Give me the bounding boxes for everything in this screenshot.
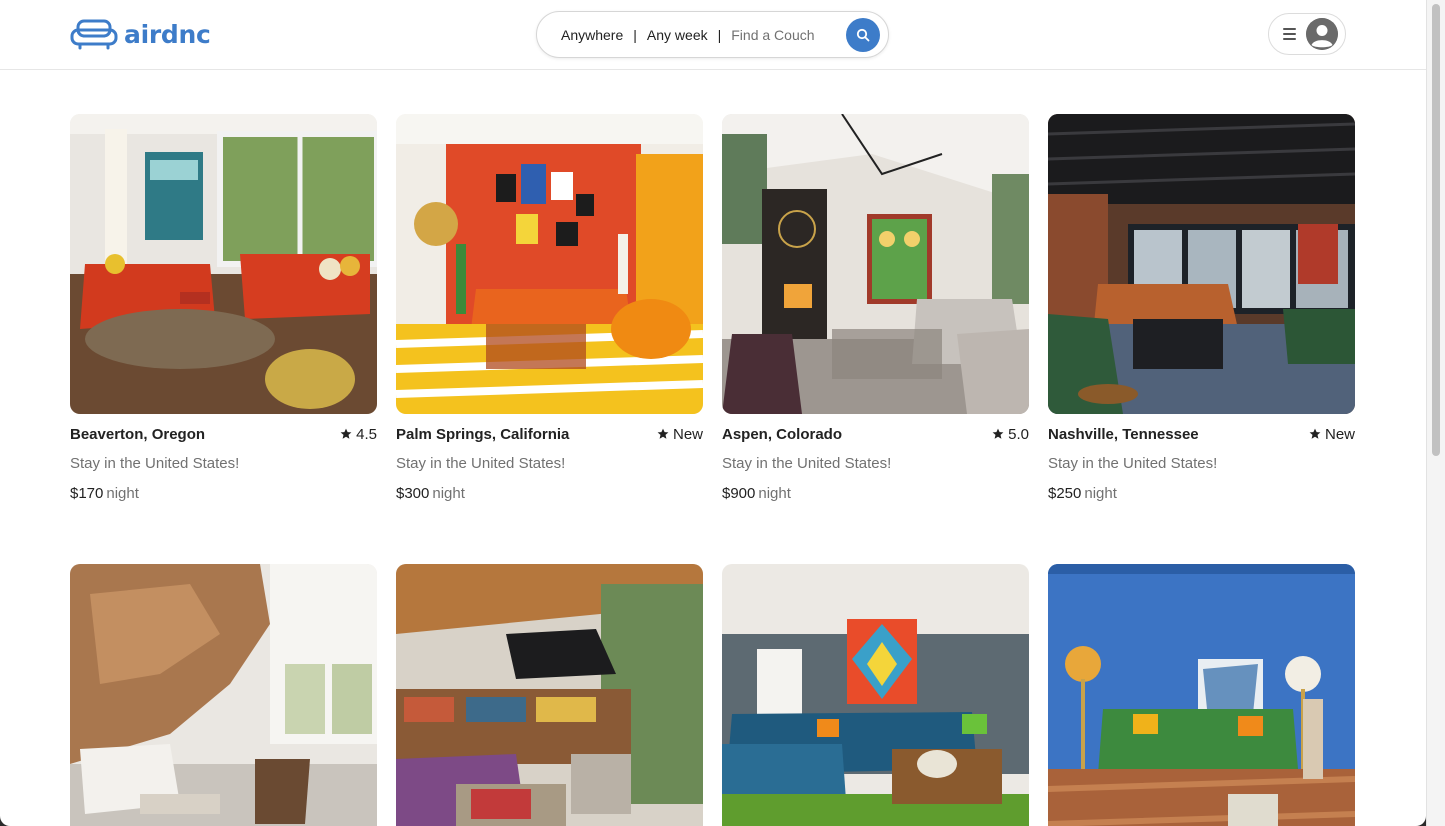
top-navbar: airdnc Anywhere | Any week | Find a Couc…	[0, 0, 1426, 70]
page-scrollbar[interactable]	[1426, 0, 1445, 826]
listing-price: $170	[70, 485, 104, 502]
listing-photo[interactable]	[70, 564, 377, 826]
listing-card[interactable]: Nashville, Tennessee New Stay in the Uni…	[1048, 114, 1355, 502]
listing-rating: New	[657, 426, 703, 443]
search-divider: |	[717, 26, 722, 43]
search-location[interactable]: Anywhere	[561, 27, 623, 43]
listing-location: Palm Springs, California	[396, 425, 570, 443]
listing-price-row: $170 night	[70, 485, 377, 502]
search-divider: |	[633, 26, 637, 43]
search-bar[interactable]: Anywhere | Any week | Find a Couch	[536, 11, 889, 58]
rating-value: 5.0	[1008, 425, 1029, 443]
listing-price-row: $300 night	[396, 485, 703, 502]
listing-card[interactable]	[396, 564, 703, 826]
browser-window: airdnc Anywhere | Any week | Find a Couc…	[0, 0, 1426, 826]
search-dates[interactable]: Any week	[647, 27, 708, 43]
listing-card[interactable]	[722, 564, 1029, 826]
listing-rating: 4.5	[340, 426, 377, 443]
hamburger-icon	[1283, 28, 1296, 40]
listing-card[interactable]	[1048, 564, 1355, 826]
brand-logo[interactable]: airdnc	[70, 16, 211, 52]
price-unit: night	[432, 485, 465, 502]
star-icon	[657, 428, 669, 439]
listing-photo[interactable]	[722, 114, 1029, 414]
listing-price: $300	[396, 485, 430, 502]
search-icon	[856, 28, 870, 42]
rating-value: New	[672, 425, 703, 443]
price-unit: night	[758, 485, 791, 502]
brand-name: airdnc	[124, 19, 211, 49]
listing-subtitle: Stay in the United States!	[1048, 455, 1218, 472]
search-guests-placeholder[interactable]: Find a Couch	[731, 27, 814, 43]
user-avatar-icon	[1306, 18, 1338, 50]
listing-rating: New	[1309, 426, 1355, 443]
rating-value: New	[1324, 425, 1355, 443]
listing-photo[interactable]	[1048, 114, 1355, 414]
listing-card[interactable]	[70, 564, 377, 826]
price-unit: night	[1084, 485, 1117, 502]
listing-price: $250	[1048, 485, 1082, 502]
listing-photo[interactable]	[396, 564, 703, 826]
listing-card[interactable]: Beaverton, Oregon 4.5 Stay in the United…	[70, 114, 377, 502]
star-icon	[1309, 428, 1321, 439]
scrollbar-thumb[interactable]	[1432, 4, 1440, 456]
listing-card[interactable]: Aspen, Colorado 5.0 Stay in the United S…	[722, 114, 1029, 502]
listing-card[interactable]: Palm Springs, California New Stay in the…	[396, 114, 703, 502]
search-button[interactable]	[846, 18, 880, 52]
listing-location: Aspen, Colorado	[722, 425, 843, 443]
rating-value: 4.5	[356, 425, 377, 443]
user-menu-button[interactable]	[1268, 13, 1346, 55]
listing-photo[interactable]	[1048, 564, 1355, 826]
listing-subtitle: Stay in the United States!	[722, 455, 892, 472]
listing-location: Nashville, Tennessee	[1048, 425, 1199, 443]
star-icon	[340, 428, 352, 439]
listing-rating: 5.0	[992, 426, 1029, 443]
couch-icon	[70, 19, 118, 50]
listing-subtitle: Stay in the United States!	[70, 455, 240, 472]
listing-location: Beaverton, Oregon	[70, 425, 206, 443]
listing-photo[interactable]	[396, 114, 703, 414]
price-unit: night	[106, 485, 139, 502]
listing-photo[interactable]	[70, 114, 377, 414]
listing-price-row: $900 night	[722, 485, 1029, 502]
listing-price: $900	[722, 485, 756, 502]
listing-subtitle: Stay in the United States!	[396, 455, 566, 472]
listing-price-row: $250 night	[1048, 485, 1355, 502]
listing-photo[interactable]	[722, 564, 1029, 826]
star-icon	[992, 428, 1004, 439]
